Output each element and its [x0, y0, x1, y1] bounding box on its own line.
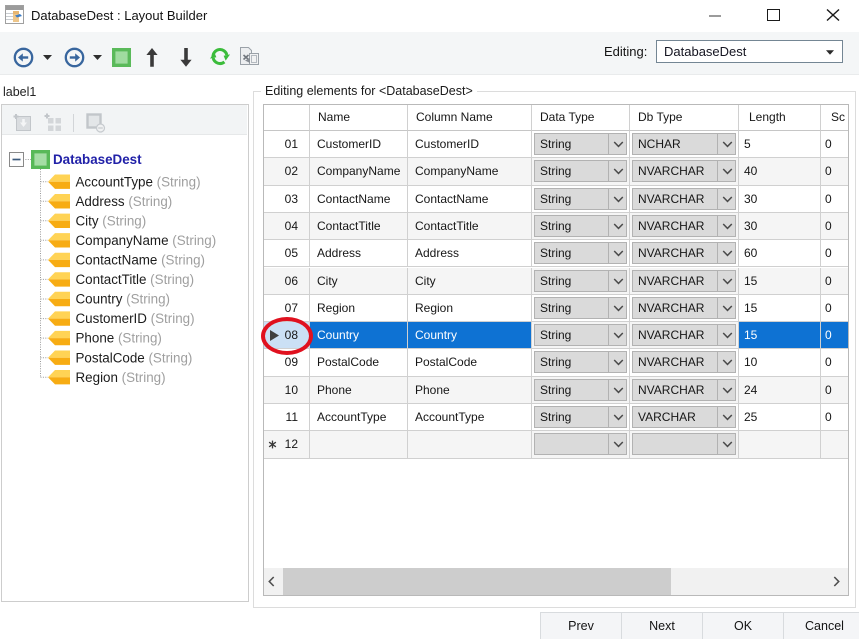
svg-text:DatabaseDest: DatabaseDest [53, 152, 142, 167]
svg-text:ContactTitle (String): ContactTitle (String) [76, 272, 195, 287]
svg-text:City (String): City (String) [76, 213, 147, 228]
svg-text:Address (String): Address (String) [76, 194, 173, 209]
svg-text:PostalCode (String): PostalCode (String) [76, 350, 193, 365]
svg-text:Phone (String): Phone (String) [76, 331, 162, 346]
svg-text:CustomerID (String): CustomerID (String) [76, 311, 195, 326]
svg-text:AccountType (String): AccountType (String) [76, 174, 201, 189]
svg-text:Country (String): Country (String) [76, 292, 171, 307]
svg-text:Region (String): Region (String) [76, 370, 166, 385]
svg-text:CompanyName (String): CompanyName (String) [76, 233, 217, 248]
svg-text:ContactName (String): ContactName (String) [76, 253, 206, 268]
